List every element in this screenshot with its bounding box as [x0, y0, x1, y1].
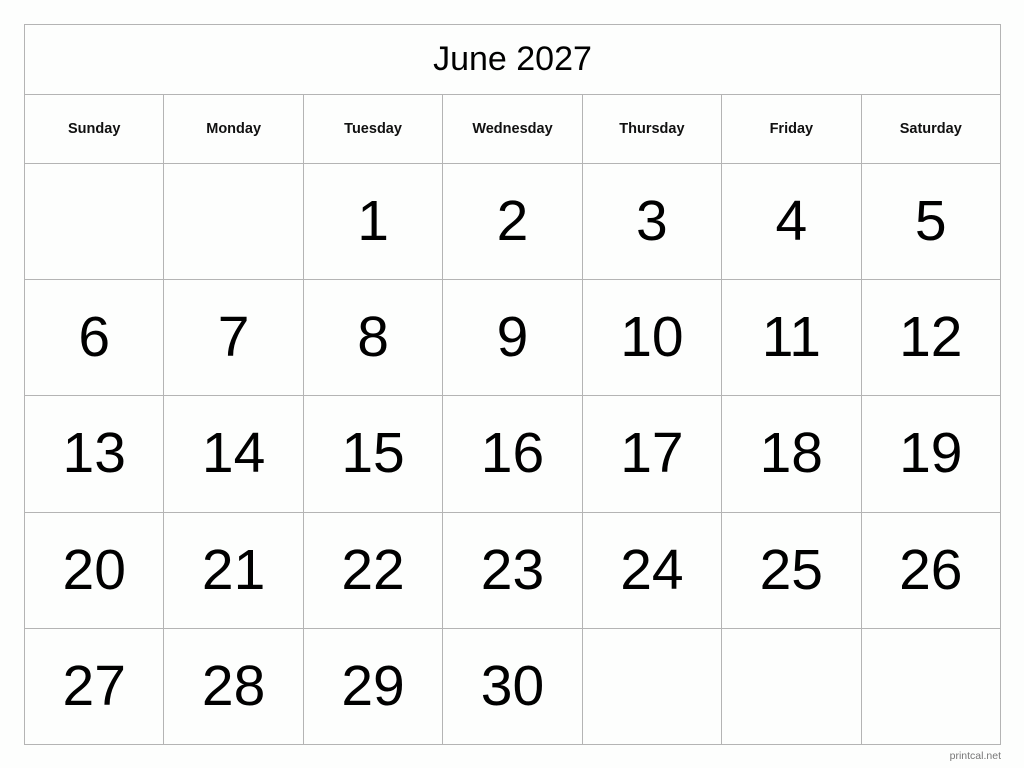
day-number: 1 — [357, 189, 389, 254]
day-number: 7 — [217, 305, 250, 370]
day-cell: 24 — [581, 511, 723, 629]
day-cell: 23 — [442, 511, 583, 629]
day-cell: 16 — [442, 395, 583, 513]
day-cell: 13 — [23, 395, 165, 513]
day-number: 19 — [899, 421, 963, 486]
title-row: June 2027 — [24, 24, 1001, 95]
day-number: 9 — [496, 305, 529, 370]
week-row: 20 21 22 23 24 25 26 — [23, 511, 1002, 629]
day-number: 13 — [62, 421, 126, 486]
day-cell: 8 — [302, 279, 444, 397]
day-number: 21 — [201, 537, 266, 602]
week-row: 1 2 3 4 5 — [23, 162, 1002, 281]
day-cell: 26 — [860, 511, 1002, 629]
day-cell: 19 — [860, 395, 1002, 513]
day-cell: 20 — [23, 511, 165, 629]
day-cell: 5 — [860, 162, 1002, 281]
day-cell: 18 — [721, 395, 862, 513]
empty-day-cell — [721, 627, 862, 746]
day-number: 10 — [620, 305, 684, 370]
day-number: 11 — [761, 305, 821, 370]
day-cell: 4 — [721, 162, 862, 281]
day-cell: 27 — [23, 627, 165, 746]
day-cell: 10 — [581, 279, 723, 397]
day-cell: 30 — [442, 627, 583, 746]
day-number: 25 — [759, 537, 824, 602]
day-number: 28 — [201, 653, 266, 718]
day-number: 20 — [62, 537, 126, 602]
empty-day-cell — [23, 162, 165, 281]
week-row: 13 14 15 16 17 18 19 — [23, 395, 1002, 513]
calendar-grid: June 2027 Sunday Monday Tuesday Wednesday Th… — [23, 24, 1002, 746]
day-number: 23 — [480, 537, 545, 602]
day-number: 3 — [636, 189, 668, 254]
day-number: 17 — [620, 421, 684, 486]
day-cell: 28 — [163, 627, 304, 746]
day-cell: 15 — [302, 395, 444, 513]
day-number: 2 — [496, 189, 529, 254]
week-row: 6 7 8 9 10 11 12 — [23, 279, 1002, 397]
day-number: 5 — [914, 189, 947, 254]
weekday-header: Friday — [721, 94, 862, 164]
empty-day-cell — [581, 627, 723, 746]
day-cell: 11 — [721, 279, 862, 397]
day-number: 30 — [480, 653, 545, 718]
day-cell: 1 — [302, 162, 444, 281]
day-cell: 22 — [302, 511, 444, 629]
week-row: 27 28 29 30 — [23, 627, 1002, 746]
day-cell: 14 — [163, 395, 304, 513]
footer-source-label: printcal.net — [949, 750, 1001, 762]
day-number: 18 — [759, 421, 824, 486]
weekday-header: Saturday — [860, 94, 1002, 164]
day-cell: 12 — [860, 279, 1002, 397]
weekday-header-row: Sunday Monday Tuesday Wednesday Thursday Frid… — [23, 94, 1002, 164]
empty-day-cell — [163, 162, 304, 281]
day-number: 16 — [480, 421, 545, 486]
day-number: 27 — [62, 653, 126, 718]
empty-day-cell — [860, 627, 1002, 746]
day-number: 22 — [341, 537, 405, 602]
day-cell: 9 — [442, 279, 583, 397]
day-cell: 29 — [302, 627, 444, 746]
day-number: 29 — [341, 653, 405, 718]
day-number: 15 — [341, 421, 405, 486]
day-number: 4 — [775, 189, 808, 254]
day-cell: 6 — [23, 279, 165, 397]
weekday-header: Tuesday — [302, 94, 444, 164]
weekday-header: Thursday — [581, 94, 723, 164]
weekday-header: Monday — [163, 94, 304, 164]
day-cell: 25 — [721, 511, 862, 629]
weekday-header: Wednesday — [442, 94, 583, 164]
day-number: 26 — [899, 537, 963, 602]
weekday-header: Sunday — [23, 94, 165, 164]
day-cell: 21 — [163, 511, 304, 629]
day-number: 14 — [201, 421, 266, 486]
day-number: 8 — [357, 305, 389, 370]
day-number: 24 — [620, 537, 684, 602]
day-cell: 17 — [581, 395, 723, 513]
day-cell: 3 — [581, 162, 723, 281]
month-title: June 2027 — [24, 24, 1001, 95]
day-cell: 2 — [442, 162, 583, 281]
day-number: 12 — [899, 305, 963, 370]
weeks-body: 1 2 3 4 5 6 7 8 9 10 11 12 13 14 15 16 17 18 19 20 21 22 23 24 2… — [23, 162, 1002, 746]
day-cell: 7 — [163, 279, 304, 397]
day-number: 6 — [78, 305, 111, 370]
